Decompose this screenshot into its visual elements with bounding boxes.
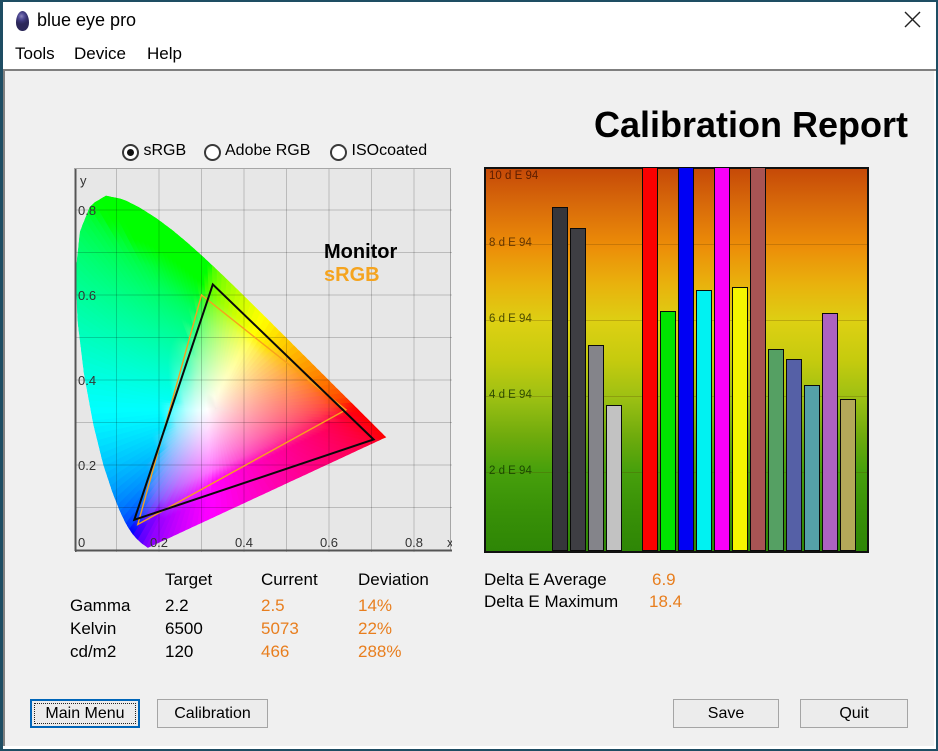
svg-text:0.4: 0.4 bbox=[78, 373, 96, 388]
svg-text:0.2: 0.2 bbox=[78, 458, 96, 473]
svg-text:y: y bbox=[80, 173, 87, 188]
svg-text:0.6: 0.6 bbox=[320, 535, 338, 550]
svg-text:0: 0 bbox=[78, 535, 85, 550]
svg-text:0.6: 0.6 bbox=[78, 288, 96, 303]
svg-text:0.8: 0.8 bbox=[78, 203, 96, 218]
svg-text:0.4: 0.4 bbox=[235, 535, 253, 550]
svg-text:x: x bbox=[447, 535, 452, 550]
svg-text:0.8: 0.8 bbox=[405, 535, 423, 550]
svg-text:0.2: 0.2 bbox=[150, 535, 168, 550]
